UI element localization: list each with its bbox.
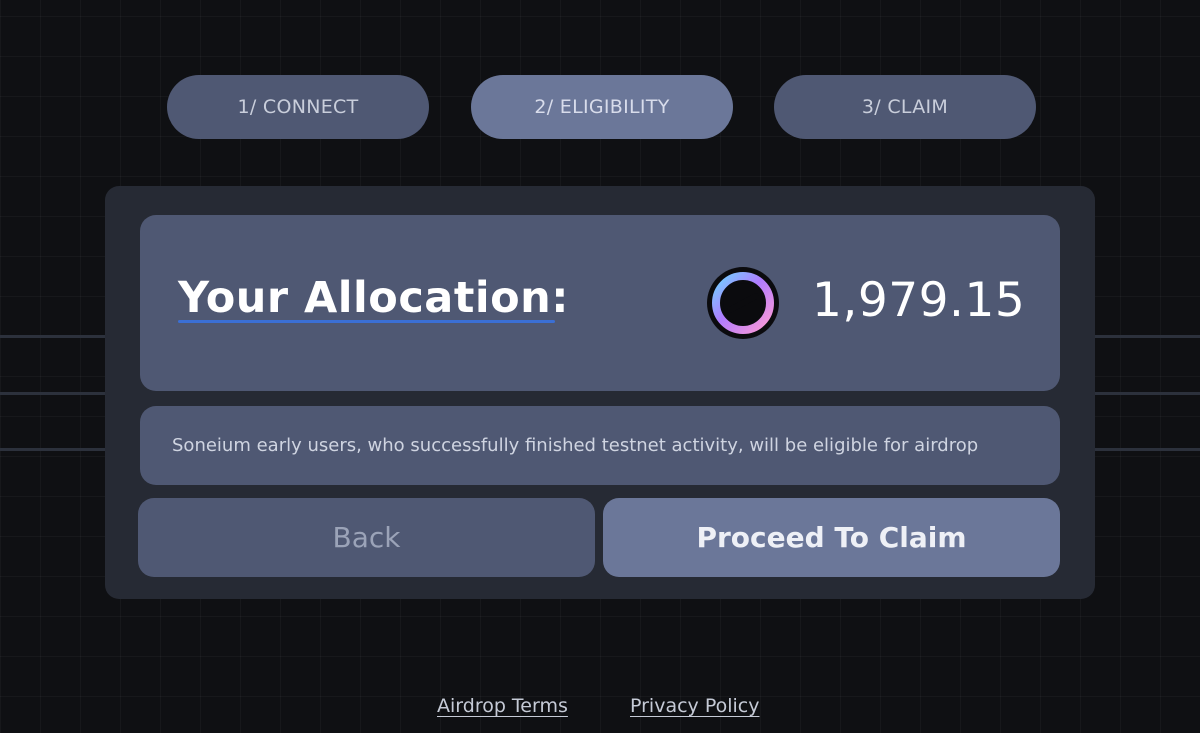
proceed-to-claim-button[interactable]: Proceed To Claim bbox=[603, 498, 1060, 577]
step-claim[interactable]: 3/ CLAIM bbox=[774, 75, 1036, 139]
eligibility-info-panel: Soneium early users, who successfully fi… bbox=[140, 406, 1060, 485]
privacy-policy-link[interactable]: Privacy Policy bbox=[630, 695, 759, 717]
airdrop-page: 1/ CONNECT 2/ ELIGIBILITY 3/ CLAIM Your … bbox=[0, 0, 1200, 733]
step-connect[interactable]: 1/ CONNECT bbox=[167, 75, 429, 139]
allocation-label: Your Allocation: bbox=[178, 273, 569, 323]
allocation-underline bbox=[178, 320, 555, 323]
airdrop-terms-link[interactable]: Airdrop Terms bbox=[437, 695, 568, 717]
allocation-panel: Your Allocation: 1,979.15 bbox=[140, 215, 1060, 391]
eligibility-info-text: Soneium early users, who successfully fi… bbox=[172, 435, 979, 456]
allocation-card: Your Allocation: 1,979.15 Soneium early … bbox=[105, 186, 1095, 599]
soneium-token-icon bbox=[707, 267, 779, 339]
allocation-amount: 1,979.15 bbox=[812, 273, 1026, 328]
step-eligibility[interactable]: 2/ ELIGIBILITY bbox=[471, 75, 733, 139]
back-button[interactable]: Back bbox=[138, 498, 595, 577]
